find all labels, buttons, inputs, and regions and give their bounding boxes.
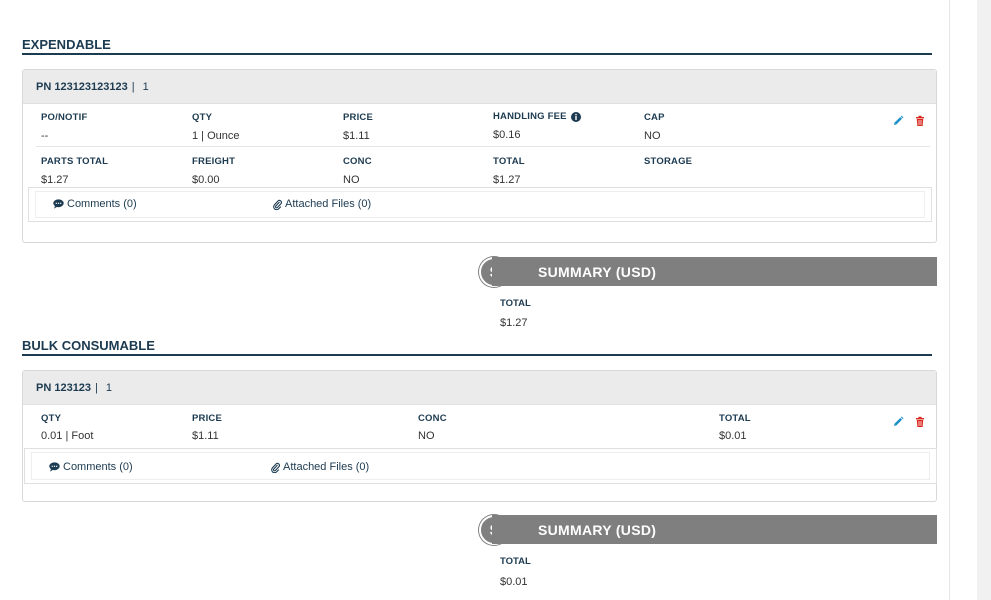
part-number: PN 123123123123 xyxy=(36,80,128,93)
field-label: PARTS TOTAL xyxy=(41,156,109,167)
field-label: TOTAL xyxy=(493,156,525,167)
summary-total-label: TOTAL xyxy=(500,298,531,309)
field-value: $1.11 xyxy=(192,430,219,442)
field-value: $0.00 xyxy=(192,174,220,186)
comments-label: Comments (0) xyxy=(67,198,137,210)
field-cap: CAP NO xyxy=(644,112,665,142)
comments-label: Comments (0) xyxy=(63,461,133,473)
attached-files-link[interactable]: Attached Files (0) xyxy=(273,198,371,210)
field-freight: FREIGHT $0.00 xyxy=(192,156,235,186)
comments-link[interactable]: Comments (0) xyxy=(53,198,137,210)
field-label: PRICE xyxy=(192,413,223,424)
field-price: PRICE $1.11 xyxy=(192,413,222,442)
separator: | xyxy=(95,381,98,394)
field-value: NO xyxy=(644,130,661,142)
field-label: STORAGE xyxy=(644,156,693,167)
part-card-bulk-consumable: PN 123123 | 1 QTY 0.01 | Foot PRICE $1.1… xyxy=(22,370,937,502)
field-label: CONC xyxy=(343,156,372,167)
section-title-bulk-consumable: BULK CONSUMABLE xyxy=(22,338,932,356)
field-po-notif: PO/NOTIF -- xyxy=(41,112,87,142)
field-label: FREIGHT xyxy=(192,156,236,167)
field-value: $1.27 xyxy=(493,174,521,186)
summary-header: SUMMARY (USD) xyxy=(492,257,937,286)
field-label: PO/NOTIF xyxy=(41,112,88,123)
field-value: $1.27 xyxy=(41,174,69,186)
attached-files-label: Attached Files (0) xyxy=(283,461,370,473)
field-parts-total: PARTS TOTAL $1.27 xyxy=(41,156,108,186)
trash-icon[interactable] xyxy=(914,115,926,127)
pencil-icon[interactable] xyxy=(892,115,904,127)
comments-inner xyxy=(31,452,930,480)
field-label: PRICE xyxy=(343,112,374,123)
summary-total-label: TOTAL xyxy=(500,556,531,567)
section-title-expendable: EXPENDABLE xyxy=(22,37,932,55)
field-conc: CONC NO xyxy=(343,156,372,186)
attached-files-label: Attached Files (0) xyxy=(285,198,372,210)
summary-title: SUMMARY (USD) xyxy=(538,263,657,280)
field-label: CONC xyxy=(418,413,447,424)
comments-link[interactable]: Comments (0) xyxy=(49,461,133,473)
field-value: $0.01 xyxy=(719,430,747,442)
comments-attachments-bar: Comments (0) Attached Files (0) xyxy=(28,187,932,222)
summary-header: SUMMARY (USD) xyxy=(492,515,937,544)
paperclip-icon xyxy=(271,462,280,473)
field-label: HANDLING FEE xyxy=(493,111,567,122)
field-value: NO xyxy=(418,430,435,442)
field-value: 0.01 | Foot xyxy=(41,430,94,442)
comment-icon xyxy=(49,462,60,472)
field-storage: STORAGE xyxy=(644,156,692,174)
pencil-icon[interactable] xyxy=(892,416,904,428)
field-value: NO xyxy=(343,174,360,186)
comment-icon xyxy=(53,199,64,209)
row-divider xyxy=(36,146,930,147)
field-price: PRICE $1.11 xyxy=(343,112,373,142)
field-value: -- xyxy=(41,130,49,142)
paperclip-icon xyxy=(273,199,282,210)
separator: | xyxy=(131,80,135,93)
field-value: $0.16 xyxy=(493,129,521,141)
main-content: EXPENDABLE PN 123123123123 | 1 PO/NOTIF … xyxy=(0,0,950,600)
field-label: QTY xyxy=(192,112,213,123)
field-label-row: HANDLING FEE xyxy=(493,111,581,122)
field-label: CAP xyxy=(644,112,665,123)
attached-files-link[interactable]: Attached Files (0) xyxy=(271,461,369,473)
field-total: TOTAL $0.01 xyxy=(719,413,751,442)
comments-inner xyxy=(35,191,925,218)
field-qty: QTY 1 | Ounce xyxy=(192,112,240,142)
scrollbar-track[interactable] xyxy=(977,0,991,600)
field-value: $1.11 xyxy=(343,130,370,142)
field-conc: CONC NO xyxy=(418,413,447,442)
info-circle-icon[interactable] xyxy=(570,111,581,122)
field-label: TOTAL xyxy=(719,413,751,424)
card-header: PN 123123 | 1 xyxy=(23,371,936,405)
summary-title: SUMMARY (USD) xyxy=(538,521,657,538)
field-value: 1 | Ounce xyxy=(192,130,240,142)
part-card-expendable: PN 123123123123 | 1 PO/NOTIF -- QTY 1 | … xyxy=(22,69,937,243)
part-number: PN 123123 xyxy=(36,381,92,394)
field-qty: QTY 0.01 | Foot xyxy=(41,413,93,442)
summary-total-value: $1.27 xyxy=(500,317,528,329)
field-label: QTY xyxy=(41,413,62,424)
field-handling-fee: HANDLING FEE $0.16 xyxy=(493,111,581,141)
card-header: PN 123123123123 | 1 xyxy=(23,70,936,104)
summary-total-value: $0.01 xyxy=(500,576,528,588)
field-total: TOTAL $1.27 xyxy=(493,156,525,186)
trash-icon[interactable] xyxy=(914,416,926,428)
header-qty: 1 xyxy=(105,381,113,394)
header-qty: 1 xyxy=(142,80,149,93)
comments-attachments-bar: Comments (0) Attached Files (0) xyxy=(24,448,937,484)
